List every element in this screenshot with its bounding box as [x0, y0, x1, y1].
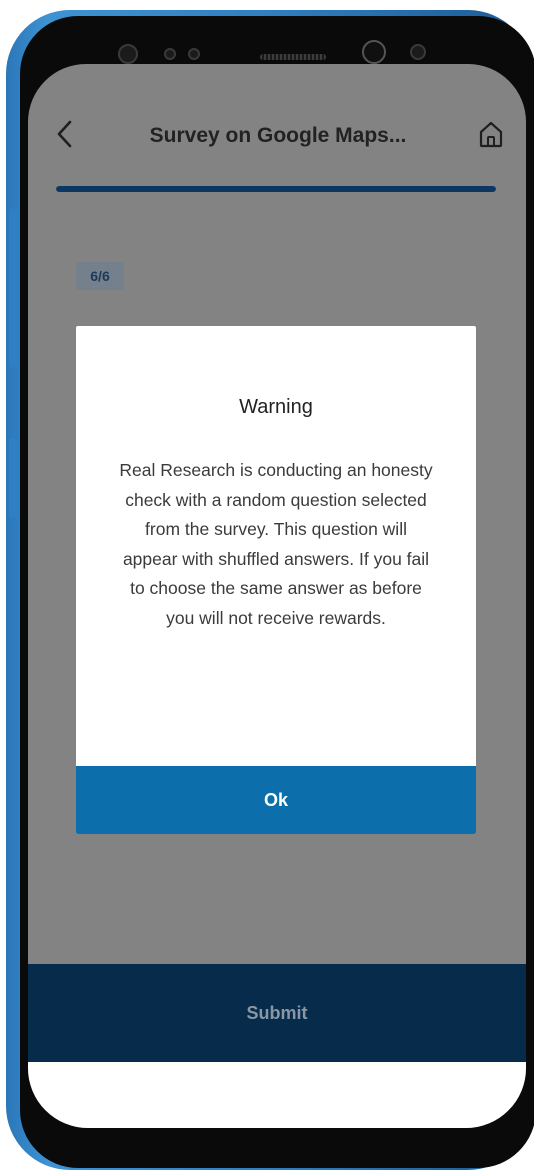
- back-button[interactable]: [50, 116, 80, 152]
- warning-dialog: Warning Real Research is conducting an h…: [76, 326, 476, 834]
- question-counter-badge: 6/6: [76, 262, 124, 290]
- survey-progress-fill: [56, 186, 496, 192]
- stage: Survey on Google Maps... 6/6 Warning Rea…: [0, 0, 534, 1171]
- submit-button[interactable]: Submit: [28, 964, 526, 1062]
- dialog-message: Real Research is conducting an honesty c…: [119, 460, 433, 628]
- sensor-dot-icon: [188, 48, 200, 60]
- dialog-title: Warning: [239, 396, 313, 418]
- volume-down-button: [9, 438, 17, 518]
- chevron-left-icon: [57, 120, 72, 148]
- front-camera-icon: [118, 44, 138, 64]
- page-title: Survey on Google Maps...: [149, 124, 407, 147]
- earpiece-speaker: [260, 54, 326, 60]
- ok-button[interactable]: Ok: [76, 766, 476, 834]
- navigation-bar-area: [28, 1062, 526, 1128]
- app-header: Survey on Google Maps...: [28, 64, 526, 184]
- home-icon: [479, 121, 503, 148]
- camera-lens-icon: [362, 40, 386, 64]
- home-button[interactable]: [476, 118, 506, 150]
- phone-screen: Survey on Google Maps... 6/6 Warning Rea…: [28, 64, 526, 1128]
- proximity-sensor-icon: [410, 44, 426, 60]
- sensor-dot-icon: [164, 48, 176, 60]
- survey-progress-bar: [56, 186, 496, 192]
- volume-up-button: [9, 208, 17, 368]
